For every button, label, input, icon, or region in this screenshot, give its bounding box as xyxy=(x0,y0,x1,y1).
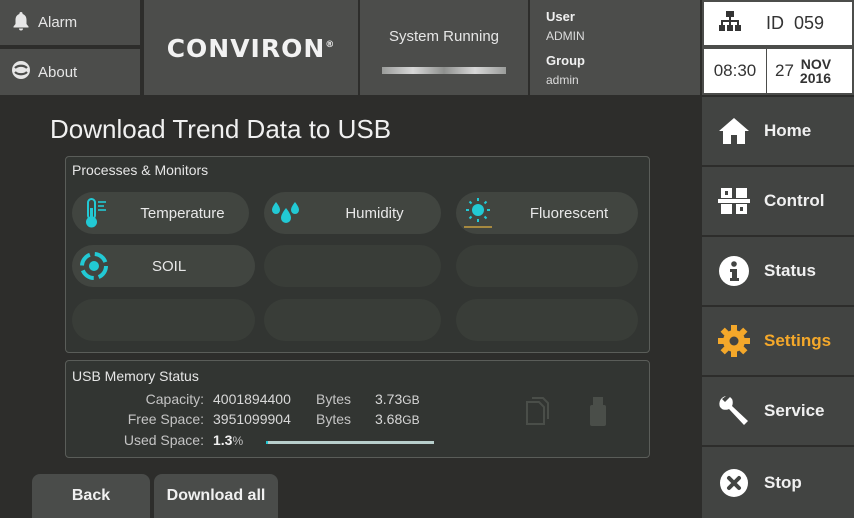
logo-registered-mark: ® xyxy=(325,40,336,50)
sidebar-item-label: Status xyxy=(764,261,816,280)
process-humidity-button[interactable]: Humidity xyxy=(264,192,441,234)
clock-time: 08:30 xyxy=(704,49,767,93)
stop-icon xyxy=(716,465,752,501)
process-temperature-button[interactable]: Temperature xyxy=(72,192,249,234)
info-icon xyxy=(716,253,752,289)
process-label: SOIL xyxy=(152,257,187,275)
free-gb: 3.68GB xyxy=(375,411,420,427)
control-icon xyxy=(716,183,752,219)
light-sun-icon xyxy=(456,192,500,234)
date-day: 27 xyxy=(775,61,794,80)
sidebar-item-label: Settings xyxy=(764,331,832,350)
used-space-bar-fill xyxy=(266,441,269,444)
logo-text: CONVIRON xyxy=(166,34,326,63)
process-fluorescent-button[interactable]: Fluorescent xyxy=(456,192,638,234)
gear-icon xyxy=(716,323,752,359)
about-logo-icon xyxy=(10,59,32,85)
system-status-panel: System Running xyxy=(360,0,528,95)
group-label: Group xyxy=(546,53,585,68)
group-value: admin xyxy=(546,73,579,87)
water-drops-icon xyxy=(264,192,308,234)
process-label: Humidity xyxy=(345,204,404,222)
back-button[interactable]: Back xyxy=(32,474,150,518)
date-year: 2016 xyxy=(799,70,832,86)
usb-drive-icon xyxy=(589,396,607,433)
capacity-bytes-unit: Bytes xyxy=(316,391,352,407)
sidebar-item-settings[interactable]: Settings xyxy=(702,307,854,377)
used-space-value: 1.3% xyxy=(213,432,243,448)
sidebar-item-control[interactable]: Control xyxy=(702,167,854,237)
free-gb-unit: GB xyxy=(402,413,420,427)
home-icon xyxy=(716,113,752,149)
date-month: NOV xyxy=(800,56,832,72)
capacity-gb-unit: GB xyxy=(402,393,420,407)
wrench-icon xyxy=(716,393,752,429)
user-value: ADMIN xyxy=(546,29,585,43)
user-label: User xyxy=(546,9,575,24)
empty-process-slot xyxy=(72,299,255,341)
bell-icon xyxy=(10,10,32,36)
alarm-label: Alarm xyxy=(38,14,78,31)
copy-files-icon xyxy=(524,396,550,431)
sidebar-item-status[interactable]: Status xyxy=(702,237,854,307)
about-button[interactable]: About xyxy=(0,49,142,95)
usb-memory-panel: USB Memory Status Capacity: 4001894400 B… xyxy=(65,360,650,458)
alarm-button[interactable]: Alarm xyxy=(0,0,142,47)
empty-process-slot xyxy=(456,245,638,287)
running-progress-bar xyxy=(382,67,506,74)
page-title: Download Trend Data to USB xyxy=(50,114,392,144)
process-label: Temperature xyxy=(140,204,225,222)
empty-process-slot xyxy=(264,245,441,287)
used-space-label: Used Space: xyxy=(123,432,204,448)
sidebar-item-label: Service xyxy=(764,401,825,420)
capacity-bytes: 4001894400 xyxy=(213,391,291,407)
empty-process-slot xyxy=(264,299,441,341)
empty-process-slot xyxy=(456,299,638,341)
date-month-year: NOV 2016 xyxy=(800,57,831,85)
sidebar-item-label: Stop xyxy=(764,472,802,492)
usb-title: USB Memory Status xyxy=(72,368,199,384)
sidebar-item-label: Control xyxy=(764,191,825,210)
id-label: ID xyxy=(766,13,784,33)
datetime-box: 08:30 27 NOV 2016 xyxy=(702,47,854,95)
id-value: 059 xyxy=(794,13,825,33)
sidebar-item-label: Home xyxy=(764,121,812,140)
process-soil-button[interactable]: SOIL xyxy=(72,245,255,287)
free-gb-value: 3.68 xyxy=(375,411,403,427)
used-percent: 1.3 xyxy=(213,432,233,448)
capacity-gb-value: 3.73 xyxy=(375,391,403,407)
user-info-panel: User ADMIN Group admin xyxy=(530,0,700,95)
processes-title: Processes & Monitors xyxy=(72,162,209,178)
soil-target-icon xyxy=(72,245,116,287)
used-percent-unit: % xyxy=(232,434,244,448)
thermometer-icon xyxy=(72,192,116,234)
about-label: About xyxy=(38,63,78,81)
free-bytes-unit: Bytes xyxy=(316,411,352,427)
free-space-label: Free Space: xyxy=(127,411,204,427)
network-icon xyxy=(718,9,742,38)
processes-panel: Processes & Monitors Temperature Humidit… xyxy=(65,156,650,353)
process-label: Fluorescent xyxy=(529,204,609,222)
sidebar-item-home[interactable]: Home xyxy=(702,97,854,167)
sidebar-item-service[interactable]: Service xyxy=(702,377,854,447)
device-id-box: ID 059 xyxy=(702,0,854,47)
used-space-bar xyxy=(266,441,434,444)
sidebar-item-stop[interactable]: Stop xyxy=(702,447,854,518)
capacity-gb: 3.73GB xyxy=(375,391,420,407)
conviron-logo: CONVIRON ® xyxy=(144,0,358,95)
system-status-text: System Running xyxy=(388,28,500,45)
capacity-label: Capacity: xyxy=(145,391,204,407)
free-bytes: 3951099904 xyxy=(213,411,291,427)
download-all-button[interactable]: Download all xyxy=(154,474,278,518)
